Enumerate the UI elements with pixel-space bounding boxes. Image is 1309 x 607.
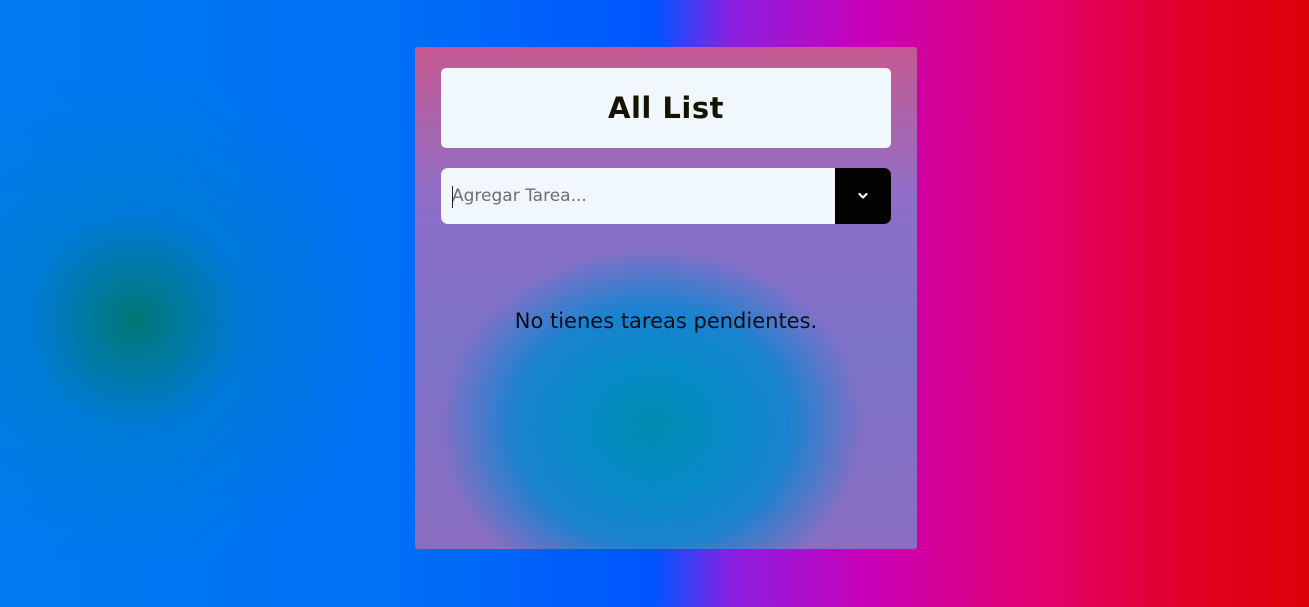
empty-tasks-message: No tienes tareas pendientes. (514, 309, 818, 333)
chevron-down-icon (858, 192, 868, 199)
add-task-button[interactable] (835, 168, 891, 224)
task-input[interactable] (441, 168, 835, 224)
text-caret (452, 186, 453, 208)
header-box: All List (441, 68, 891, 148)
todo-card: All List No tienes tareas pendientes. (415, 47, 917, 549)
app-title: All List (608, 91, 724, 125)
task-input-row (441, 168, 891, 224)
